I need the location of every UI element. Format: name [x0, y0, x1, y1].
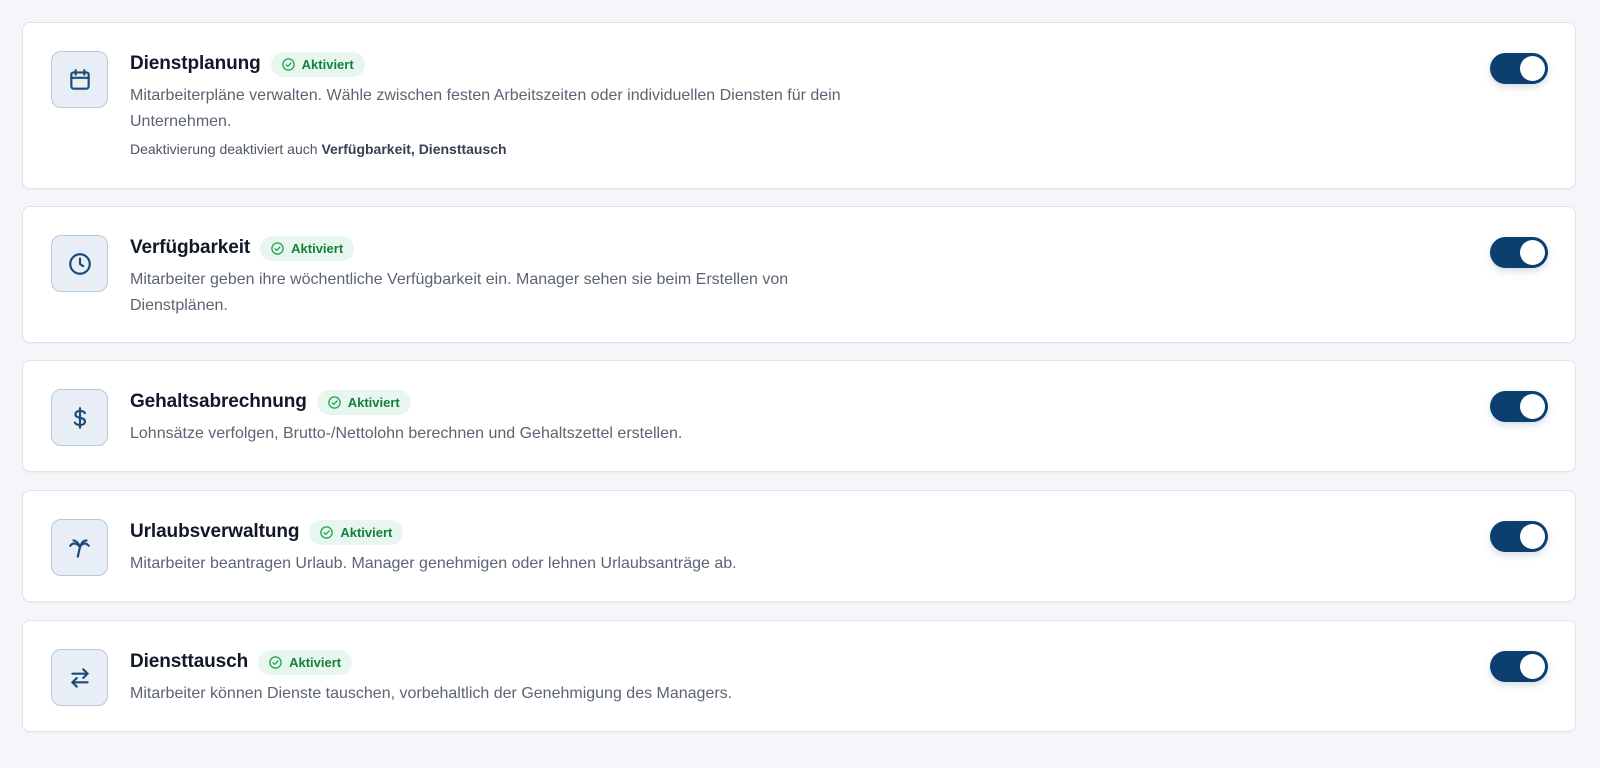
feature-description-line: Mitarbeiterpläne verwalten. Wähle zwisch…	[130, 87, 841, 104]
check-circle-icon	[327, 395, 341, 409]
status-badge: Aktiviert	[258, 649, 353, 675]
feature-title: Dienstplanung	[130, 53, 261, 74]
feature-description-line: Lohnsätze verfolgen, Brutto-/Nettolohn b…	[130, 425, 683, 442]
status-badge: Aktiviert	[270, 51, 365, 77]
dependency-note-prefix: Deaktivierung deaktiviert auch	[130, 141, 318, 157]
check-circle-icon	[320, 525, 334, 539]
feature-title: Gehaltsabrechnung	[130, 391, 307, 412]
feature-card-verfuegbarkeit: Verfügbarkeit Aktiviert Mitarbeiter gebe…	[22, 206, 1576, 343]
feature-card-gehaltsabrechnung: Gehaltsabrechnung Aktiviert Lohnsätze ve…	[22, 360, 1576, 472]
feature-description: Mitarbeiter geben ihre wöchentliche Verf…	[130, 267, 930, 319]
status-badge-label: Aktiviert	[347, 394, 400, 410]
feature-card-urlaubsverwaltung: Urlaubsverwaltung Aktiviert Mitarbeiter …	[22, 490, 1576, 602]
feature-description-line: Mitarbeiter können Dienste tauschen, vor…	[130, 685, 733, 702]
toggle-diensttausch[interactable]	[1490, 651, 1548, 682]
feature-description: Mitarbeiter beantragen Urlaub. Manager g…	[130, 551, 930, 577]
feature-description: Mitarbeiterpläne verwalten. Wähle zwisch…	[130, 83, 930, 135]
feature-card-diensttausch: Diensttausch Aktiviert Mitarbeiter könne…	[22, 620, 1576, 732]
status-badge: Aktiviert	[309, 519, 404, 545]
feature-description-line: Mitarbeiter beantragen Urlaub. Manager g…	[130, 555, 737, 572]
check-circle-icon	[271, 241, 284, 255]
check-circle-icon	[281, 57, 295, 71]
toggle-knob	[1520, 56, 1545, 81]
toggle-knob	[1520, 394, 1545, 419]
feature-list: Dienstplanung Aktiviert Mitarbeiterpläne…	[0, 0, 1600, 768]
status-badge-label: Aktiviert	[289, 654, 342, 670]
clock-icon	[51, 235, 108, 292]
toggle-dienstplanung[interactable]	[1490, 53, 1548, 84]
toggle-urlaubsverwaltung[interactable]	[1490, 521, 1548, 552]
dependency-note: Deaktivierung deaktiviert auch Verfügbar…	[130, 141, 930, 157]
status-badge-label: Aktiviert	[291, 240, 344, 256]
toggle-knob	[1520, 524, 1545, 549]
status-badge: Aktiviert	[316, 389, 411, 415]
swap-arrows-icon	[51, 649, 108, 706]
feature-title: Diensttausch	[130, 651, 249, 672]
feature-description-line: Mitarbeiter geben ihre wöchentliche Verf…	[130, 271, 789, 288]
dependency-note-features: Verfügbarkeit, Diensttausch	[321, 141, 507, 157]
palm-tree-icon	[51, 519, 108, 576]
status-badge-label: Aktiviert	[340, 524, 393, 540]
feature-description: Mitarbeiter können Dienste tauschen, vor…	[130, 681, 930, 707]
feature-title: Verfügbarkeit	[130, 237, 251, 258]
status-badge: Aktiviert	[260, 235, 355, 261]
feature-description-line: Unternehmen.	[130, 113, 232, 130]
check-circle-icon	[269, 655, 282, 669]
toggle-gehaltsabrechnung[interactable]	[1490, 391, 1548, 422]
toggle-knob	[1520, 654, 1545, 679]
feature-title: Urlaubsverwaltung	[130, 521, 300, 542]
toggle-knob	[1520, 240, 1545, 265]
dollar-icon	[51, 389, 108, 446]
toggle-verfuegbarkeit[interactable]	[1490, 237, 1548, 268]
calendar-icon	[51, 51, 108, 108]
feature-description: Lohnsätze verfolgen, Brutto-/Nettolohn b…	[130, 421, 930, 447]
feature-description-line: Dienstplänen.	[130, 297, 228, 314]
status-badge-label: Aktiviert	[301, 56, 354, 72]
feature-card-dienstplanung: Dienstplanung Aktiviert Mitarbeiterpläne…	[22, 22, 1576, 189]
